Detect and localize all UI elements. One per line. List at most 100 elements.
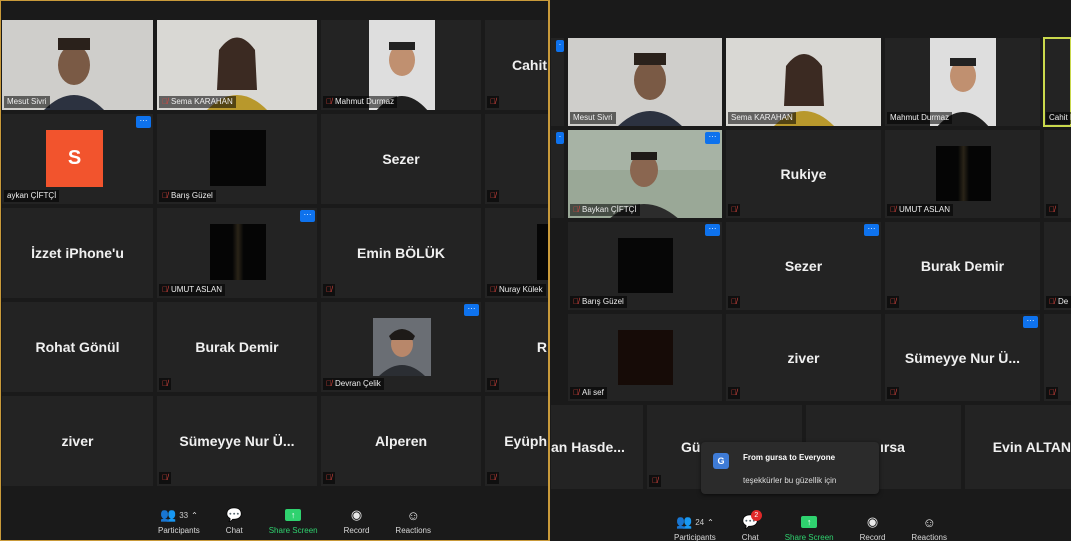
more-options-button[interactable]: ··· <box>1023 316 1038 328</box>
participant-name-label: 🎙̸ <box>487 190 499 202</box>
video-tile-umut[interactable]: ··· 🎙̸ UMUT ASLAN <box>156 207 318 299</box>
video-tile-sezer[interactable]: Sezer <box>320 113 482 205</box>
participant-name-label: 🎙̸ Baykan ÇİFTÇİ <box>570 204 640 216</box>
participant-name: Eyüph <box>504 433 547 449</box>
video-tile-umut[interactable]: 🎙̸ UMUT ASLAN <box>884 129 1041 219</box>
reactions-button[interactable]: ☺ Reactions <box>911 514 947 541</box>
chevron-up-icon[interactable]: ⌃ <box>707 518 714 527</box>
video-tile-mesut[interactable]: Mesut Sivri <box>567 37 723 127</box>
participant-name-label: Mesut Sivri <box>570 112 616 124</box>
participants-button[interactable]: 👥 24 ⌃ Participants <box>674 514 716 541</box>
participant-name: an Hasde... <box>551 439 625 455</box>
participants-button[interactable]: 👥 33 ⌃ Participants <box>158 507 200 535</box>
video-tile-partial-edge-2[interactable]: · <box>550 129 565 219</box>
more-options-button[interactable]: ··· <box>705 224 720 236</box>
video-tile-nuray[interactable]: 🎙̸ Nuray Külek <box>484 207 548 299</box>
video-tile-ali[interactable]: 🎙̸ Ali sef <box>567 313 723 402</box>
video-tile-sumeyye[interactable]: Sümeyye Nur Ü... 🎙̸ <box>156 395 318 487</box>
more-options-button[interactable]: ··· <box>864 224 879 236</box>
chat-button[interactable]: 💬 Chat <box>226 507 243 535</box>
participant-name: Burak Demir <box>195 339 279 355</box>
video-tile-ziver[interactable]: ziver 🎙̸ <box>725 313 882 402</box>
participant-name-label: Sema KARAHAN <box>728 112 796 124</box>
video-tile-partial-r4[interactable]: R 🎙̸ <box>484 301 548 393</box>
meeting-toolbar: 👥 24 ⌃ Participants 💬 2 Chat ↑ Share Scree… <box>550 501 1071 541</box>
video-tile-baris[interactable]: 🎙̸ Barış Güzel <box>156 113 318 205</box>
participant-name-label: Mesut Sivri <box>4 96 50 108</box>
participants-label: Participants <box>674 533 716 541</box>
video-tile-partial-r4[interactable]: 🎙̸ <box>1043 313 1071 402</box>
video-tile-hasde[interactable]: an Hasde... <box>550 404 644 490</box>
share-screen-label: Share Screen <box>268 526 318 535</box>
video-tile-partial-r2[interactable]: 🎙̸ <box>1043 129 1071 219</box>
participant-name: Sümeyye Nur Ü... <box>179 433 295 449</box>
video-tile-alperen[interactable]: Alperen 🎙̸ <box>320 395 482 487</box>
video-tile-rohat[interactable]: Rohat Gönül <box>1 301 154 393</box>
chat-button[interactable]: 💬 2 Chat <box>742 510 762 541</box>
record-button[interactable]: ◉ Record <box>860 514 886 541</box>
video-tile-devran[interactable]: ··· 🎙̸ Devran Çelik <box>320 301 482 393</box>
muted-mic-icon: 🎙̸ <box>890 388 896 397</box>
more-options-button[interactable]: ··· <box>300 210 315 222</box>
video-tile-partial-r2[interactable]: 🎙̸ <box>484 113 548 205</box>
more-options-button[interactable]: · <box>556 132 564 144</box>
zoom-window-left: Mesut Sivri 🎙̸ Sema KARAHAN 🎙̸ Mahmut Durm… <box>0 0 549 541</box>
muted-mic-icon: 🎙̸ <box>890 297 896 306</box>
chat-unread-badge: 2 <box>750 510 762 521</box>
video-tile-evin[interactable]: Evin ALTAN <box>964 404 1071 490</box>
more-options-button[interactable]: ··· <box>705 132 720 144</box>
video-tile-emin[interactable]: Emin BÖLÜK 🎙̸ <box>320 207 482 299</box>
participant-name-label: 🎙̸ Nuray Külek <box>487 284 546 296</box>
participant-name-label: 🎙̸ <box>487 96 499 108</box>
chevron-up-icon[interactable]: ⌃ <box>191 511 198 520</box>
participant-name-label: 🎙̸ Barış Güzel <box>159 190 216 202</box>
participant-name-label: 🎙̸ <box>1046 387 1058 399</box>
more-options-button[interactable]: ··· <box>136 116 151 128</box>
participant-name-label: 🎙̸ Barış Güzel <box>570 296 627 308</box>
video-tile-dev[interactable]: 🎙̸ De <box>1043 221 1071 311</box>
video-tile-eyup[interactable]: Eyüph 🎙̸ <box>484 395 548 487</box>
participant-name-label: aykan ÇİFTÇİ <box>4 190 60 202</box>
muted-mic-icon: 🎙̸ <box>890 205 896 214</box>
video-tile-rukiye[interactable]: Rukiye 🎙̸ <box>725 129 882 219</box>
muted-mic-icon: 🎙̸ <box>731 297 737 306</box>
video-tile-ziver[interactable]: ziver <box>1 395 154 487</box>
reactions-button[interactable]: ☺ Reactions <box>395 507 431 536</box>
record-label: Record <box>343 526 370 535</box>
video-tile-mesut[interactable]: Mesut Sivri <box>1 19 154 111</box>
video-tile-baykan[interactable]: ··· 🎙̸ Baykan ÇİFTÇİ <box>567 129 723 219</box>
video-tile-baykan[interactable]: S ··· aykan ÇİFTÇİ <box>1 113 154 205</box>
video-tile-partial-edge[interactable]: · <box>550 37 565 127</box>
video-tile-cahit[interactable]: Cahit 🎙̸ <box>484 19 548 111</box>
video-tile-sumeyye[interactable]: Sümeyye Nur Ü... ··· 🎙̸ <box>884 313 1041 402</box>
more-options-button[interactable]: ··· <box>464 304 479 316</box>
muted-mic-icon: 🎙̸ <box>162 379 168 388</box>
record-button[interactable]: ◉ Record <box>344 507 370 535</box>
participant-name-label: 🎙̸ De <box>1046 296 1071 308</box>
more-options-button[interactable]: · <box>556 40 564 52</box>
record-icon: ◉ <box>866 514 879 529</box>
participant-video <box>936 146 991 201</box>
muted-mic-icon: 🎙̸ <box>490 473 496 482</box>
share-screen-button[interactable]: ↑ Share Screen <box>785 514 834 541</box>
participants-count: 33 <box>179 510 189 520</box>
muted-mic-icon: 🎙̸ <box>326 379 332 388</box>
chat-notification[interactable]: G From gursa to Everyone teşekkürler bu … <box>701 442 879 494</box>
video-tile-mahmut[interactable]: 🎙̸ Mahmut Durmaz <box>320 19 482 111</box>
video-tile-sema[interactable]: 🎙̸ Sema KARAHAN <box>156 19 318 111</box>
share-screen-button[interactable]: ↑ Share Screen <box>269 507 318 535</box>
share-screen-icon: ↑ <box>801 516 818 528</box>
video-tile-burak[interactable]: Burak Demir 🎙̸ <box>156 301 318 393</box>
muted-mic-icon: 🎙̸ <box>162 191 168 200</box>
video-tile-cahit[interactable]: Cahit I <box>1043 37 1071 127</box>
video-tile-baris[interactable]: ··· 🎙̸ Barış Güzel <box>567 221 723 311</box>
video-tile-mahmut[interactable]: Mahmut Durmaz <box>884 37 1041 127</box>
muted-mic-icon: 🎙̸ <box>1049 205 1055 214</box>
participant-name: Cahit <box>512 57 547 73</box>
video-tile-burak[interactable]: Burak Demir 🎙̸ <box>884 221 1041 311</box>
participant-video <box>618 238 673 293</box>
video-tile-izzet[interactable]: İzzet iPhone'u <box>1 207 154 299</box>
participant-name-label: 🎙̸ UMUT ASLAN <box>887 204 953 216</box>
video-tile-sezer[interactable]: Sezer ··· 🎙̸ <box>725 221 882 311</box>
video-tile-sema[interactable]: Sema KARAHAN <box>725 37 882 127</box>
